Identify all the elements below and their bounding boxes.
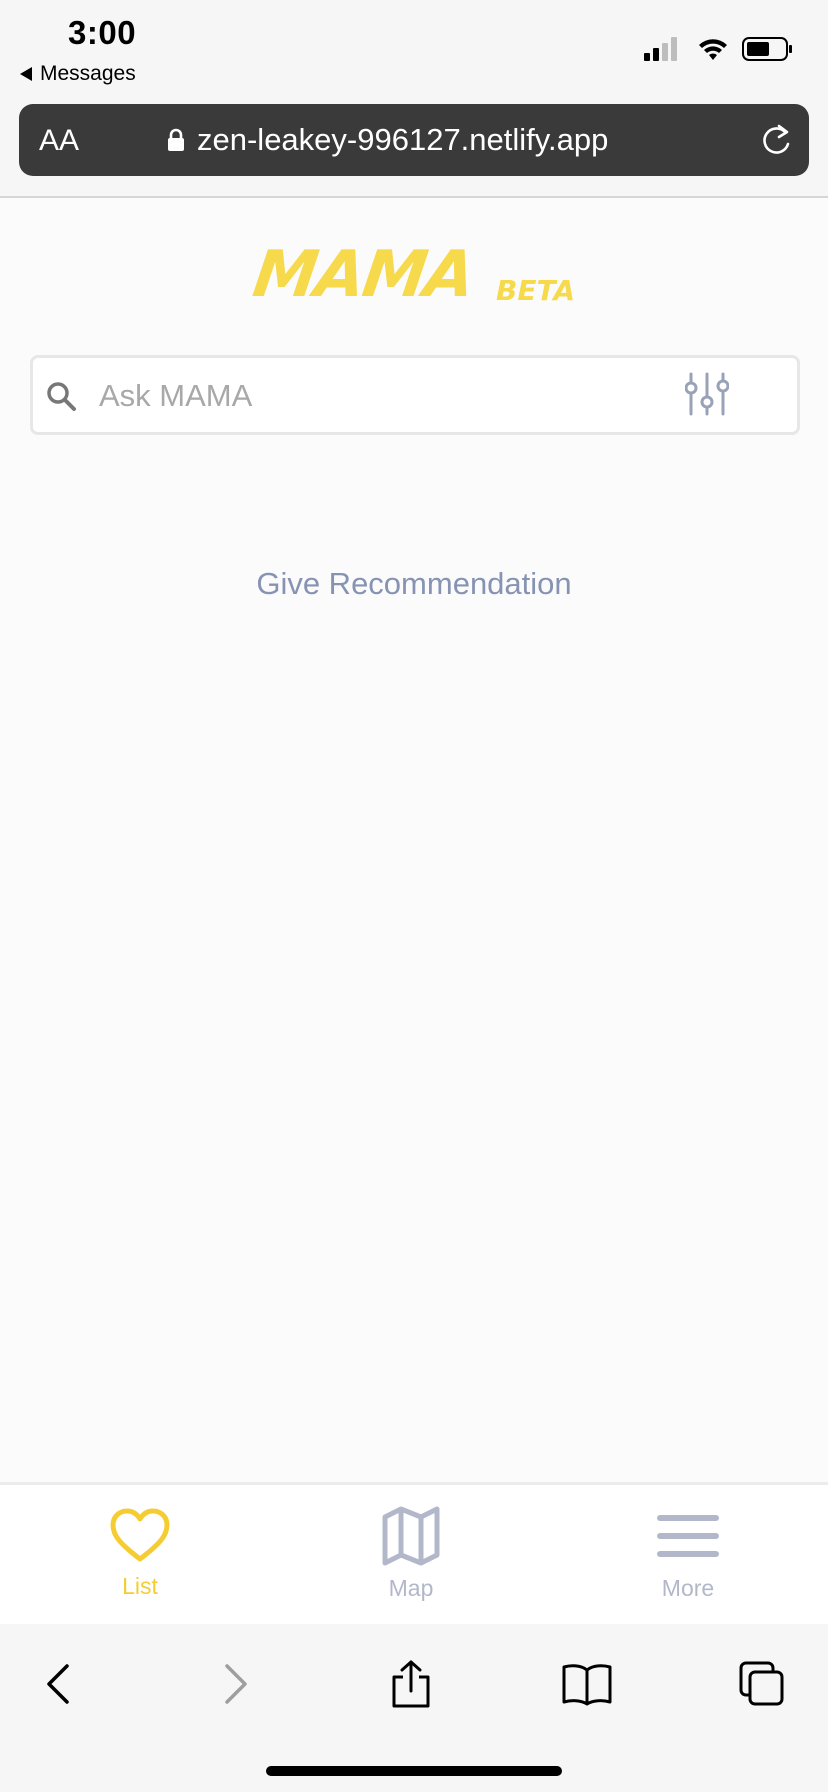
tab-more[interactable]: More <box>588 1485 788 1625</box>
tabs-icon <box>739 1661 784 1706</box>
reload-icon[interactable] <box>759 122 793 158</box>
url-text: zen-leakey-996127.netlify.app <box>197 122 609 157</box>
menu-icon <box>657 1515 719 1557</box>
give-recommendation-link[interactable]: Give Recommendation <box>0 566 828 602</box>
text-size-button[interactable]: AA <box>39 124 79 158</box>
map-icon <box>382 1506 440 1566</box>
chevron-left-icon <box>47 1664 69 1704</box>
back-triangle-icon <box>20 67 32 81</box>
battery-icon <box>742 37 792 61</box>
logo-wordmark: MAMA <box>248 238 478 312</box>
lock-icon <box>168 128 184 151</box>
logo-beta-badge: BETA <box>496 274 576 307</box>
back-app-label: Messages <box>40 62 136 85</box>
tab-list[interactable]: List <box>40 1485 240 1625</box>
status-time: 3:00 <box>68 14 137 51</box>
browser-back-button[interactable] <box>28 1654 88 1714</box>
back-to-app-link[interactable]: Messages <box>20 62 136 86</box>
bookmarks-button[interactable] <box>557 1654 617 1714</box>
search-input[interactable] <box>97 358 661 434</box>
tab-map[interactable]: Map <box>311 1485 511 1625</box>
browser-forward-button[interactable] <box>206 1654 266 1714</box>
tab-more-label: More <box>661 1575 715 1601</box>
browser-toolbar <box>0 1624 828 1792</box>
status-bar: 3:00 Messages <box>0 0 828 100</box>
search-box <box>30 355 800 435</box>
wifi-icon <box>699 39 727 60</box>
cellular-signal-icon <box>644 37 677 61</box>
search-icon <box>47 382 76 411</box>
address-bar[interactable]: AA zen-leakey-996127.netlify.app <box>19 104 809 176</box>
tab-map-label: Map <box>388 1575 434 1601</box>
tabs-button[interactable] <box>732 1654 792 1714</box>
chevron-right-icon <box>225 1664 247 1704</box>
browser-address-area: AA zen-leakey-996127.netlify.app <box>0 100 828 198</box>
share-icon <box>392 1660 430 1708</box>
heart-icon <box>110 1508 170 1562</box>
tab-list-label: List <box>122 1573 158 1599</box>
url-display[interactable]: zen-leakey-996127.netlify.app <box>167 122 608 158</box>
filter-sliders-icon[interactable] <box>685 372 729 416</box>
system-icons <box>644 36 794 62</box>
open-book-icon <box>562 1664 612 1706</box>
share-button[interactable] <box>381 1654 441 1714</box>
home-indicator <box>266 1766 562 1776</box>
text-size-label: AA <box>39 124 80 157</box>
app-tab-bar: List Map More <box>0 1482 828 1627</box>
